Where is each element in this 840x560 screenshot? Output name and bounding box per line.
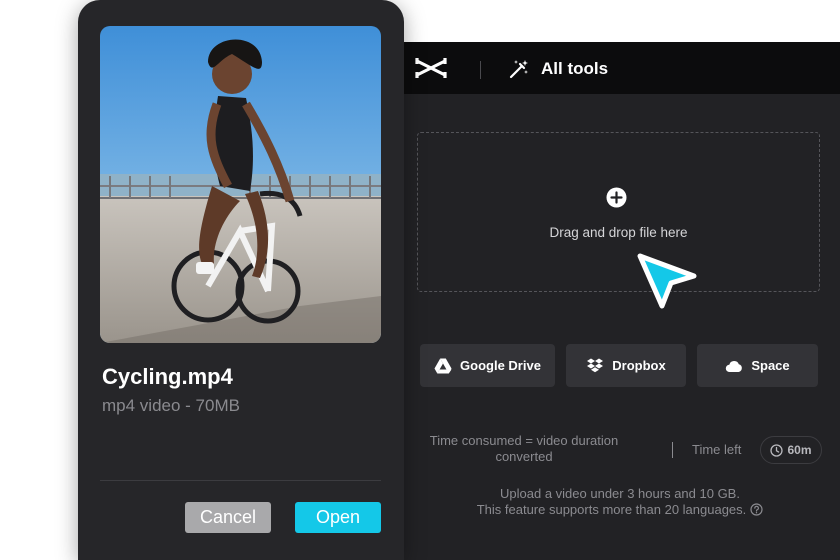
time-left-value: 60m — [787, 443, 812, 457]
dropbox-button[interactable]: Dropbox — [566, 344, 686, 387]
file-card: Cycling.mp4 mp4 video - 70MB Cancel Open — [78, 0, 404, 560]
time-left-label: Time left — [692, 442, 742, 457]
clock-icon — [770, 443, 784, 457]
help-circle-icon[interactable] — [750, 503, 763, 516]
google-drive-label: Google Drive — [460, 358, 541, 373]
card-divider — [100, 480, 381, 481]
all-tools-link[interactable]: All tools — [541, 59, 608, 79]
cloud-icon — [726, 360, 743, 372]
languages-note: This feature supports more than 20 langu… — [420, 502, 820, 517]
magic-wand-icon — [509, 60, 528, 79]
upload-limit-note: Upload a video under 3 hours and 10 GB. — [500, 486, 740, 501]
dropzone-label: Drag and drop file here — [549, 225, 688, 240]
file-name: Cycling.mp4 — [102, 364, 233, 389]
file-meta: mp4 video - 70MB — [102, 396, 240, 415]
capcut-logo-icon[interactable] — [414, 55, 448, 81]
google-drive-icon — [434, 358, 452, 373]
cancel-button[interactable]: Cancel — [185, 502, 271, 533]
open-button[interactable]: Open — [295, 502, 381, 533]
google-drive-button[interactable]: Google Drive — [420, 344, 555, 387]
upload-panel: All tools Drag and drop file here Google… — [400, 42, 840, 560]
plus-circle-icon[interactable] — [606, 187, 627, 208]
time-left-badge: 60m — [760, 436, 822, 464]
languages-note-text: This feature supports more than 20 langu… — [476, 502, 747, 517]
cycling-video-thumbnail — [100, 26, 381, 343]
top-bar: All tools — [400, 42, 840, 94]
dropbox-label: Dropbox — [612, 358, 666, 373]
space-label: Space — [751, 358, 790, 373]
info-divider — [672, 442, 673, 458]
topbar-divider — [480, 61, 481, 79]
time-consumed-line2: converted — [495, 449, 553, 464]
dropbox-icon — [587, 358, 604, 372]
space-button[interactable]: Space — [697, 344, 818, 387]
file-dropzone[interactable]: Drag and drop file here — [417, 132, 820, 292]
time-consumed-info: Time consumed = video duration converted — [414, 433, 634, 465]
pointer-cursor-icon — [637, 253, 697, 309]
time-consumed-line1: Time consumed = video duration — [429, 433, 619, 448]
